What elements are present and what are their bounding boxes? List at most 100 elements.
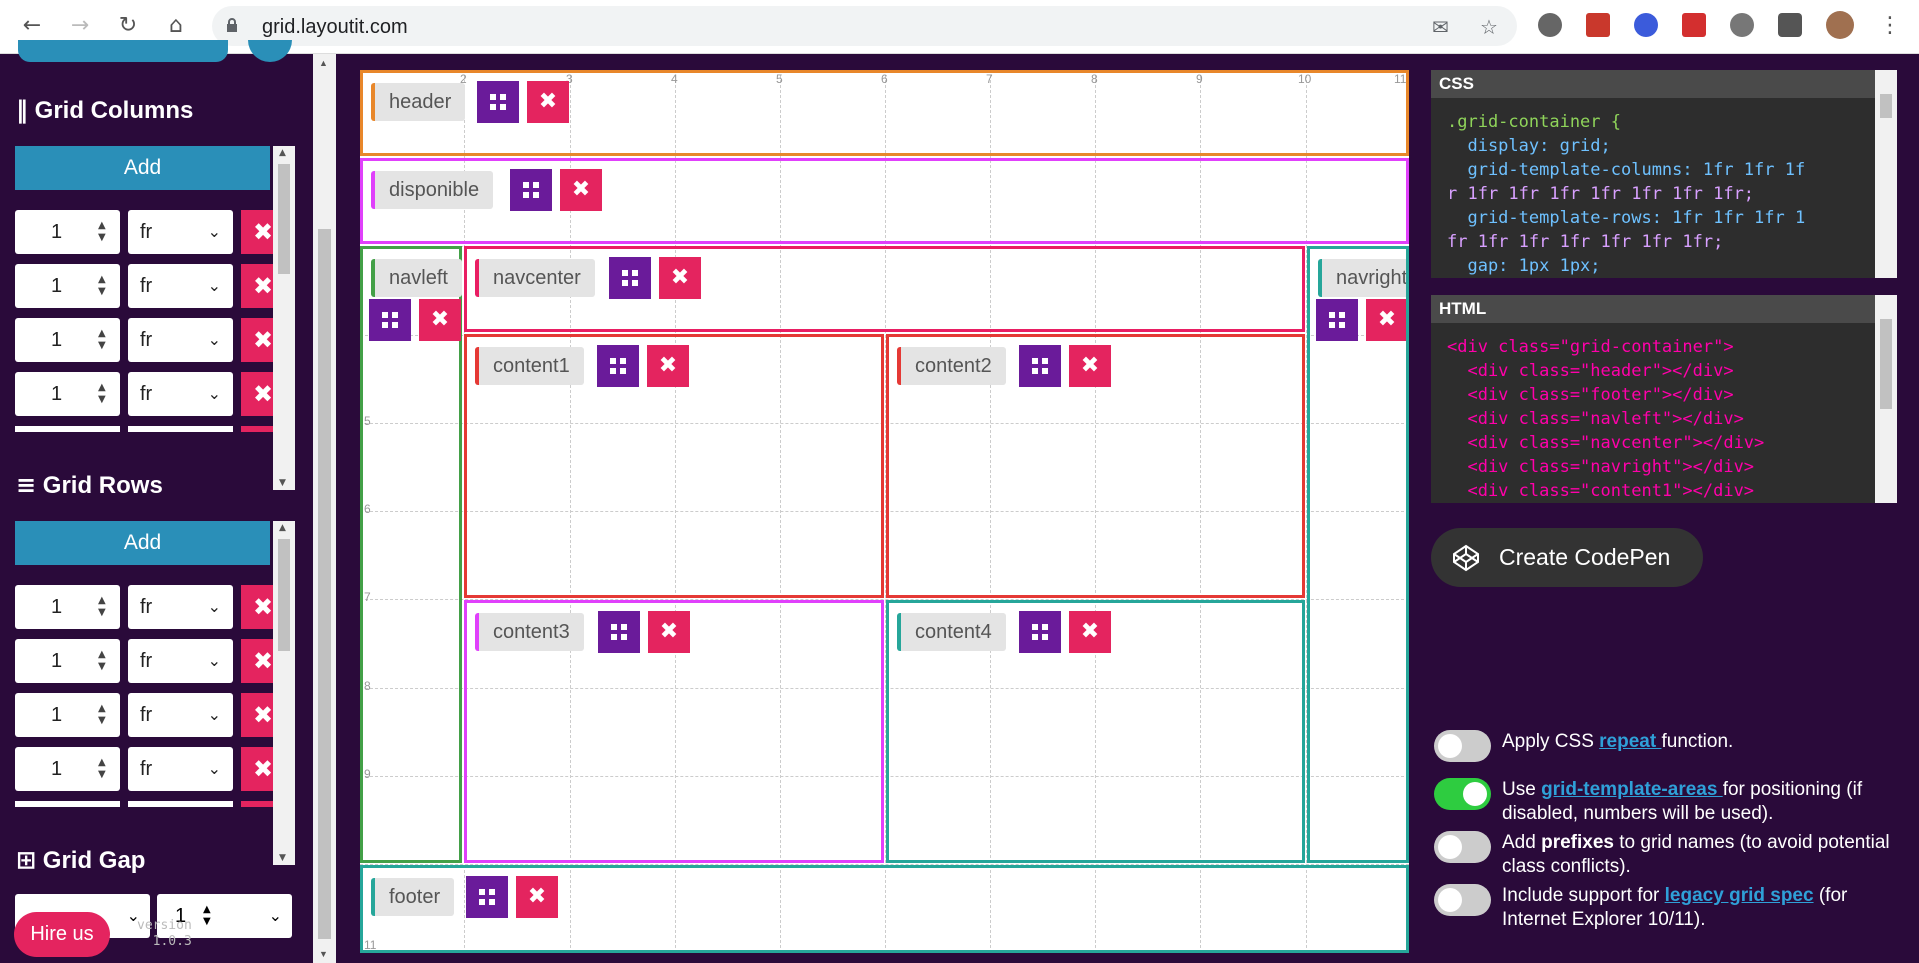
row-size-input[interactable]: 1 ▲ ▼: [15, 747, 120, 791]
lock-icon: [227, 18, 237, 32]
column-unit-select[interactable]: fr ⌄: [128, 210, 233, 254]
css-code[interactable]: .grid-container { display: grid; grid-te…: [1431, 98, 1897, 278]
pdf-extension-icon[interactable]: [1586, 13, 1610, 37]
area-label: footer: [371, 878, 455, 916]
top-round-button-partial[interactable]: [248, 40, 292, 62]
puzzle-icon[interactable]: [1778, 13, 1802, 37]
column-size-input[interactable]: 1 ▲ ▼: [15, 372, 120, 416]
row-size-input[interactable]: 1 ▲ ▼: [15, 585, 120, 629]
move-area-button[interactable]: [598, 611, 640, 653]
move-area-button[interactable]: [510, 169, 552, 211]
address-bar[interactable]: grid.layoutit.com ✉ ☆: [212, 6, 1517, 46]
columns-icon: ‖: [16, 96, 28, 124]
prefixes-toggle[interactable]: [1434, 831, 1491, 863]
rows-scrollbar[interactable]: ▲ ▼: [273, 521, 295, 865]
sidebar: ‖ Grid Columns Add 1 ▲ ▼ fr ⌄ ✖ 1 ▲ ▼ fr ⌄ ✖ 1 ▲ ▼ fr…: [0, 40, 300, 963]
column-row: 1 ▲ ▼ fr ⌄ ✖: [15, 210, 285, 254]
sync-extension-icon[interactable]: [1730, 13, 1754, 37]
grid-template-areas-link[interactable]: grid-template-areas: [1541, 779, 1723, 800]
move-area-button[interactable]: [1316, 299, 1358, 341]
move-area-button[interactable]: [597, 345, 639, 387]
area-label: navright: [1318, 259, 1406, 297]
column-size-input[interactable]: 1 ▲ ▼: [15, 318, 120, 362]
move-area-button[interactable]: [466, 876, 508, 918]
delete-area-button[interactable]: ✖: [527, 81, 569, 123]
hire-us-button[interactable]: Hire us: [14, 912, 110, 957]
area-header[interactable]: header ✖: [360, 70, 1409, 156]
row-unit-select[interactable]: fr ⌄: [128, 639, 233, 683]
area-label: header: [371, 83, 466, 121]
forward-icon[interactable]: →: [66, 12, 94, 40]
legacy-toggle[interactable]: [1434, 884, 1491, 916]
column-size-input[interactable]: 1 ▲ ▼: [15, 264, 120, 308]
html-code[interactable]: <div class="grid-container"> <div class=…: [1431, 323, 1897, 503]
row-row: 1 ▲ ▼ fr ⌄ ✖: [15, 693, 285, 737]
area-content2[interactable]: content2 ✖: [886, 334, 1305, 598]
area-label: content1: [475, 347, 584, 385]
template-areas-toggle[interactable]: [1434, 778, 1491, 810]
check-extension-icon[interactable]: [1634, 13, 1658, 37]
bookmark-star-icon[interactable]: ☆: [1480, 15, 1498, 39]
row-unit-select[interactable]: fr ⌄: [128, 747, 233, 791]
delete-area-button[interactable]: ✖: [1366, 299, 1406, 341]
area-navleft[interactable]: navleft ✖: [360, 246, 462, 863]
column-unit-select[interactable]: fr ⌄: [128, 264, 233, 308]
column-unit-select[interactable]: fr ⌄: [128, 318, 233, 362]
delete-area-button[interactable]: ✖: [659, 257, 701, 299]
delete-area-button[interactable]: ✖: [1069, 611, 1111, 653]
delete-area-button[interactable]: ✖: [560, 169, 602, 211]
delete-area-button[interactable]: ✖: [647, 345, 689, 387]
row-size-input[interactable]: 1 ▲ ▼: [15, 639, 120, 683]
menu-icon[interactable]: ⋮: [1876, 12, 1904, 40]
area-disponible[interactable]: disponible ✖: [360, 158, 1409, 244]
grid-gap-title: ⊞ Grid Gap: [16, 846, 146, 874]
column-size-input[interactable]: 1 ▲ ▼: [15, 210, 120, 254]
avatar[interactable]: [1826, 11, 1854, 39]
column-row: 1 ▲ ▼ fr ⌄ ✖: [15, 318, 285, 362]
back-icon[interactable]: ←: [18, 12, 46, 40]
create-codepen-button[interactable]: Create CodePen: [1431, 528, 1703, 587]
extension-icon[interactable]: [1538, 13, 1562, 37]
home-icon[interactable]: ⌂: [162, 12, 190, 40]
grid-columns-title: ‖ Grid Columns: [16, 96, 194, 124]
delete-area-button[interactable]: ✖: [1069, 345, 1111, 387]
pm-extension-icon[interactable]: [1682, 13, 1706, 37]
area-content3[interactable]: content3 ✖: [464, 600, 884, 863]
delete-area-button[interactable]: ✖: [516, 876, 558, 918]
area-navright[interactable]: navright ✖: [1307, 246, 1409, 863]
translate-icon[interactable]: ✉: [1432, 15, 1449, 39]
column-unit-select[interactable]: fr ⌄: [128, 372, 233, 416]
reload-icon[interactable]: ↻: [114, 12, 142, 40]
move-area-button[interactable]: [1019, 611, 1061, 653]
add-row-button[interactable]: Add: [15, 521, 270, 565]
rows-icon: ≡: [16, 471, 37, 499]
legacy-grid-spec-link[interactable]: legacy grid spec: [1665, 885, 1814, 906]
columns-scrollbar[interactable]: ▲ ▼: [273, 146, 295, 490]
delete-area-button[interactable]: ✖: [419, 299, 461, 341]
top-button-partial[interactable]: [18, 40, 228, 62]
area-navcenter[interactable]: navcenter ✖: [464, 246, 1305, 332]
area-footer[interactable]: footer ✖: [360, 865, 1409, 953]
page-scrollbar[interactable]: ▲ ▼: [313, 54, 336, 963]
move-area-button[interactable]: [477, 81, 519, 123]
grid-canvas: 2 3 4 5 6 7 8 9 10 11 5 6 7 8 9 11 heade…: [360, 70, 1409, 953]
row-size-input[interactable]: 1 ▲ ▼: [15, 693, 120, 737]
css-scrollbar[interactable]: [1875, 70, 1897, 278]
area-content1[interactable]: content1 ✖: [464, 334, 884, 598]
repeat-toggle[interactable]: [1434, 730, 1491, 762]
row-unit-select[interactable]: fr ⌄: [128, 585, 233, 629]
html-scrollbar[interactable]: [1875, 295, 1897, 503]
move-area-button[interactable]: [369, 299, 411, 341]
area-label: navleft: [371, 259, 462, 297]
move-area-button[interactable]: [609, 257, 651, 299]
add-column-button[interactable]: Add: [15, 146, 270, 190]
column-row: 1 ▲ ▼ fr ⌄ ✖: [15, 264, 285, 308]
url-text: grid.layoutit.com: [262, 16, 408, 38]
area-label: navcenter: [475, 259, 595, 297]
repeat-link[interactable]: repeat: [1599, 731, 1661, 752]
move-area-button[interactable]: [1019, 345, 1061, 387]
delete-area-button[interactable]: ✖: [648, 611, 690, 653]
row-unit-select[interactable]: fr ⌄: [128, 693, 233, 737]
area-content4[interactable]: content4 ✖: [886, 600, 1305, 863]
grid-gap-icon: ⊞: [16, 846, 37, 874]
